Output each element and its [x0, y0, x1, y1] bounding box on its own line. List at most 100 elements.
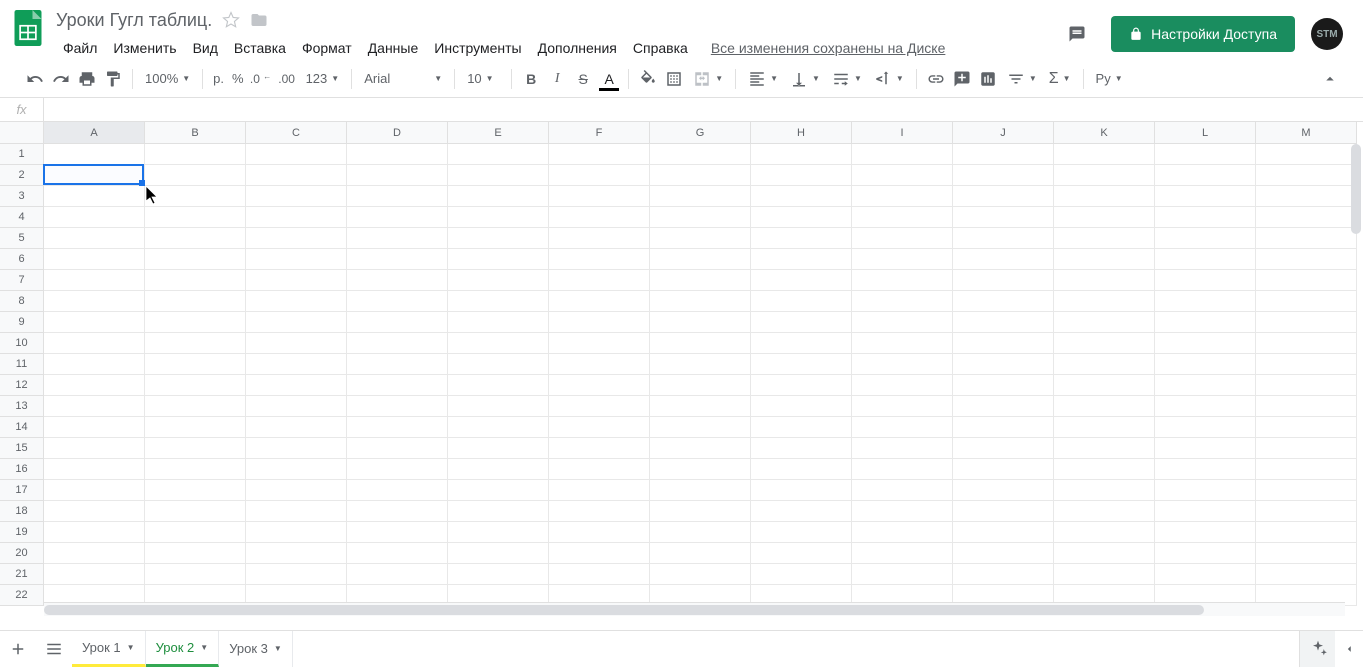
row-header-18[interactable]: 18	[0, 501, 44, 522]
cell-G15[interactable]	[650, 438, 751, 459]
cell-M17[interactable]	[1256, 480, 1357, 501]
strikethrough-button[interactable]: S	[570, 66, 596, 92]
cell-L8[interactable]	[1155, 291, 1256, 312]
fill-color-button[interactable]	[635, 66, 661, 92]
cell-A15[interactable]	[44, 438, 145, 459]
cell-B5[interactable]	[145, 228, 246, 249]
cell-H1[interactable]	[751, 144, 852, 165]
row-header-8[interactable]: 8	[0, 291, 44, 312]
cell-J4[interactable]	[953, 207, 1054, 228]
text-color-button[interactable]: A	[596, 66, 622, 92]
cell-L18[interactable]	[1155, 501, 1256, 522]
cell-J16[interactable]	[953, 459, 1054, 480]
column-header-F[interactable]: F	[549, 122, 650, 144]
borders-button[interactable]	[661, 66, 687, 92]
insert-chart-button[interactable]	[975, 66, 1001, 92]
paint-format-button[interactable]	[100, 66, 126, 92]
cell-A1[interactable]	[44, 144, 145, 165]
share-button[interactable]: Настройки Доступа	[1111, 16, 1295, 52]
save-status[interactable]: Все изменения сохранены на Диске	[711, 40, 946, 56]
cell-K16[interactable]	[1054, 459, 1155, 480]
cell-L1[interactable]	[1155, 144, 1256, 165]
cell-K15[interactable]	[1054, 438, 1155, 459]
cell-F14[interactable]	[549, 417, 650, 438]
cell-J8[interactable]	[953, 291, 1054, 312]
cell-H10[interactable]	[751, 333, 852, 354]
font-select[interactable]: Arial▼	[358, 66, 448, 92]
functions-button[interactable]: Σ▼	[1043, 66, 1077, 92]
cell-J21[interactable]	[953, 564, 1054, 585]
cell-F5[interactable]	[549, 228, 650, 249]
cell-E8[interactable]	[448, 291, 549, 312]
cell-I5[interactable]	[852, 228, 953, 249]
cell-F20[interactable]	[549, 543, 650, 564]
cell-G10[interactable]	[650, 333, 751, 354]
row-header-19[interactable]: 19	[0, 522, 44, 543]
cell-F10[interactable]	[549, 333, 650, 354]
cell-G19[interactable]	[650, 522, 751, 543]
text-rotation-button[interactable]: ▼	[868, 66, 910, 92]
column-header-J[interactable]: J	[953, 122, 1054, 144]
row-header-9[interactable]: 9	[0, 312, 44, 333]
cell-D2[interactable]	[347, 165, 448, 186]
cell-M1[interactable]	[1256, 144, 1357, 165]
italic-button[interactable]: I	[544, 66, 570, 92]
cell-M15[interactable]	[1256, 438, 1357, 459]
cell-D13[interactable]	[347, 396, 448, 417]
cell-L10[interactable]	[1155, 333, 1256, 354]
cell-G14[interactable]	[650, 417, 751, 438]
cell-D4[interactable]	[347, 207, 448, 228]
cell-D1[interactable]	[347, 144, 448, 165]
row-header-22[interactable]: 22	[0, 585, 44, 606]
cell-C1[interactable]	[246, 144, 347, 165]
row-header-2[interactable]: 2	[0, 165, 44, 186]
cell-F4[interactable]	[549, 207, 650, 228]
cell-D8[interactable]	[347, 291, 448, 312]
cell-A9[interactable]	[44, 312, 145, 333]
cell-G2[interactable]	[650, 165, 751, 186]
cell-A3[interactable]	[44, 186, 145, 207]
cell-J5[interactable]	[953, 228, 1054, 249]
cell-D20[interactable]	[347, 543, 448, 564]
cell-K18[interactable]	[1054, 501, 1155, 522]
cell-C3[interactable]	[246, 186, 347, 207]
cell-F1[interactable]	[549, 144, 650, 165]
cell-H11[interactable]	[751, 354, 852, 375]
cell-L12[interactable]	[1155, 375, 1256, 396]
cell-J20[interactable]	[953, 543, 1054, 564]
cell-G20[interactable]	[650, 543, 751, 564]
row-header-16[interactable]: 16	[0, 459, 44, 480]
chevron-down-icon[interactable]: ▼	[127, 643, 135, 652]
horizontal-align-button[interactable]: ▼	[742, 66, 784, 92]
cell-M18[interactable]	[1256, 501, 1357, 522]
cell-E12[interactable]	[448, 375, 549, 396]
cell-H9[interactable]	[751, 312, 852, 333]
cell-M13[interactable]	[1256, 396, 1357, 417]
cell-L5[interactable]	[1155, 228, 1256, 249]
cell-H4[interactable]	[751, 207, 852, 228]
cell-K10[interactable]	[1054, 333, 1155, 354]
cell-A6[interactable]	[44, 249, 145, 270]
cell-L21[interactable]	[1155, 564, 1256, 585]
cell-I9[interactable]	[852, 312, 953, 333]
cell-B9[interactable]	[145, 312, 246, 333]
cell-B2[interactable]	[145, 165, 246, 186]
cell-J10[interactable]	[953, 333, 1054, 354]
cell-F16[interactable]	[549, 459, 650, 480]
cell-F8[interactable]	[549, 291, 650, 312]
cell-K2[interactable]	[1054, 165, 1155, 186]
document-title[interactable]: Уроки Гугл таблиц.	[56, 10, 212, 31]
cell-C7[interactable]	[246, 270, 347, 291]
menu-вставка[interactable]: Вставка	[227, 36, 293, 60]
cell-H15[interactable]	[751, 438, 852, 459]
cell-H8[interactable]	[751, 291, 852, 312]
insert-comment-button[interactable]	[949, 66, 975, 92]
cell-I7[interactable]	[852, 270, 953, 291]
row-header-21[interactable]: 21	[0, 564, 44, 585]
cell-M8[interactable]	[1256, 291, 1357, 312]
text-wrap-button[interactable]: ▼	[826, 66, 868, 92]
cell-B3[interactable]	[145, 186, 246, 207]
cell-D5[interactable]	[347, 228, 448, 249]
cell-L6[interactable]	[1155, 249, 1256, 270]
cell-L13[interactable]	[1155, 396, 1256, 417]
